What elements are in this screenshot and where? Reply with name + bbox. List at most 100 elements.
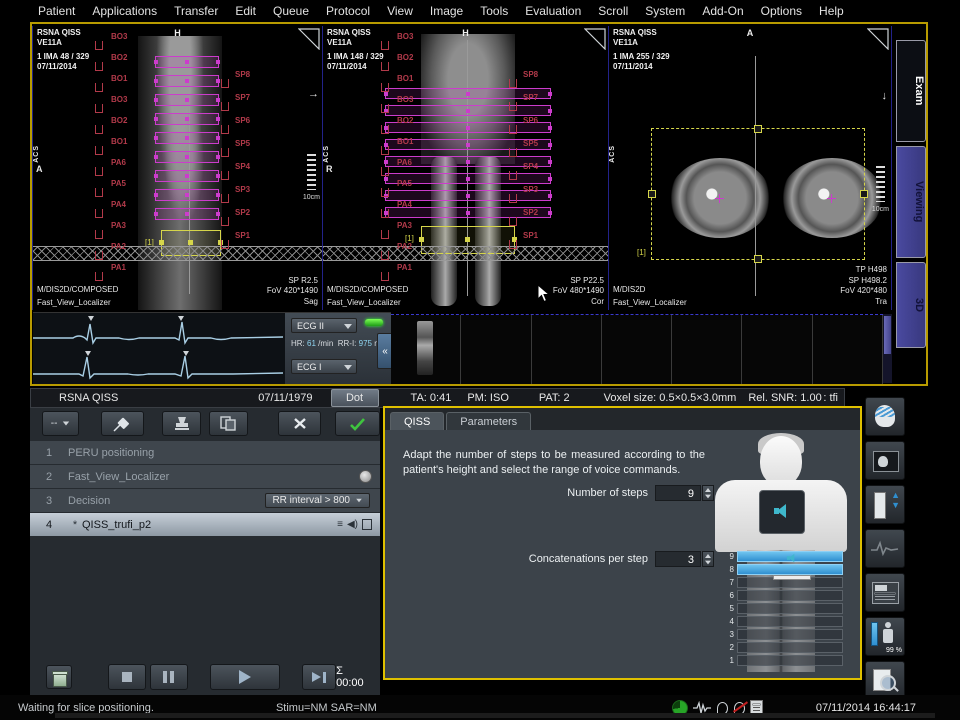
slice-position-label: PA1	[397, 263, 412, 272]
menu-item-applications[interactable]: Applications	[92, 4, 157, 18]
menu-item-options[interactable]: Options	[761, 4, 802, 18]
menu-item-add-on[interactable]: Add-On	[702, 4, 743, 18]
slice-group[interactable]	[155, 132, 219, 144]
pause-button[interactable]	[150, 664, 188, 690]
viewport-axial[interactable]: [1] RSNA QISSVE11A 1 IMA 255 / 32907/11/…	[609, 26, 892, 310]
geometry-labels: TP H498SP H498.2FoV 420*480Tra	[840, 265, 887, 307]
filmstrip-cell[interactable]	[742, 315, 812, 384]
queue-toolbar: --	[30, 408, 380, 439]
step-row-number: 1	[719, 656, 737, 665]
cancel-step-button[interactable]	[278, 411, 321, 436]
tab-qiss[interactable]: QISS	[390, 412, 444, 430]
mouse-cursor	[537, 284, 550, 303]
apply-step-button[interactable]	[335, 411, 380, 436]
table-position-button[interactable]: ▲▼	[865, 485, 905, 524]
step-row[interactable]: 3	[719, 628, 843, 641]
step-range-handle[interactable]	[773, 575, 811, 580]
queue-step-row[interactable]: 4*QISS_trufi_p2≡◀)	[30, 513, 380, 536]
filmstrip-cell[interactable]	[602, 315, 672, 384]
menu-item-patient[interactable]: Patient	[38, 4, 75, 18]
patient-dob: 07/11/1979	[258, 392, 312, 404]
menu-item-edit[interactable]: Edit	[235, 4, 256, 18]
copy-references-button[interactable]	[209, 411, 248, 436]
step-row[interactable]: 4	[719, 615, 843, 628]
step-row[interactable]: 6	[719, 589, 843, 602]
queue-step-row[interactable]: 3DecisionRR interval > 800	[30, 489, 380, 512]
filmstrip-scrollbar[interactable]	[883, 314, 892, 383]
slice-position-label: PA3	[111, 221, 126, 230]
menu-item-tools[interactable]: Tools	[480, 4, 508, 18]
menu-item-scroll[interactable]: Scroll	[598, 4, 628, 18]
dot-engine-button[interactable]: Dot	[331, 389, 379, 407]
table-arrows-icon: ▲▼	[891, 491, 900, 511]
patient-browser-button[interactable]	[865, 441, 905, 480]
sar-monitor-button[interactable]: 99 %	[865, 617, 905, 656]
tab-3d[interactable]: 3D	[896, 262, 926, 348]
slice-group[interactable]	[155, 56, 219, 68]
queue-step-row[interactable]: 2Fast_View_Localizer	[30, 465, 380, 488]
menu-item-queue[interactable]: Queue	[273, 4, 309, 18]
start-button[interactable]	[210, 664, 280, 690]
step-row[interactable]: 9	[719, 550, 843, 563]
filmstrip-cell[interactable]	[813, 315, 883, 384]
step-row[interactable]: 1	[719, 654, 843, 667]
stop-button[interactable]	[108, 664, 146, 690]
menu-item-protocol[interactable]: Protocol	[326, 4, 370, 18]
scroll-arrow-icon[interactable]: →	[308, 88, 319, 100]
filmstrip-cell[interactable]	[461, 315, 531, 384]
slice-position-mark	[221, 125, 229, 134]
concatenations-field[interactable]: 3	[655, 551, 701, 567]
slice-group[interactable]	[155, 113, 219, 125]
step-row[interactable]: 2	[719, 641, 843, 654]
discard-button[interactable]	[46, 665, 72, 689]
step-label: Decision	[68, 495, 265, 507]
ecg-lead-select-top[interactable]: ECG II	[291, 318, 357, 333]
tab-viewing[interactable]: Viewing	[896, 146, 926, 258]
slice-position-mark	[381, 272, 389, 281]
filmstrip-cell[interactable]	[672, 315, 742, 384]
viewport-sagittal[interactable]: [1] RSNA QISSVE11A 1 IMA 48 / 32907/11/2…	[32, 26, 323, 310]
stamp-segments-button[interactable]	[162, 411, 201, 436]
menu-item-system[interactable]: System	[645, 4, 685, 18]
ecg-lead-select-bottom[interactable]: ECG I	[291, 359, 357, 374]
tab-parameters[interactable]: Parameters	[446, 412, 531, 430]
slice-group[interactable]	[155, 151, 219, 163]
rr-interval-dropdown[interactable]: RR interval > 800	[265, 493, 370, 508]
viewport-coronal[interactable]: [1] RSNA QISSVE11A 1 IMA 148 / 32907/11/…	[323, 26, 609, 310]
protocol-label: Fast_View_Localizer	[327, 298, 401, 307]
contrast-injection-button[interactable]	[101, 411, 144, 436]
filmstrip-cell[interactable]	[532, 315, 602, 384]
slice-position-label: SP8	[235, 70, 250, 79]
slice-position-label: BO3	[111, 32, 127, 41]
slice-group[interactable]	[385, 105, 551, 116]
steps-field[interactable]: 9	[655, 485, 701, 501]
exam-layout-button[interactable]	[865, 573, 905, 612]
geometry-line: SP H498.2	[840, 276, 887, 286]
queue-step-row[interactable]: 1PERU positioning	[30, 441, 380, 464]
menu-item-transfer[interactable]: Transfer	[174, 4, 218, 18]
menu-item-image[interactable]: Image	[430, 4, 463, 18]
physio-display-button[interactable]	[865, 529, 905, 568]
acs-label: ACS	[323, 145, 330, 163]
menu-item-evaluation[interactable]: Evaluation	[525, 4, 581, 18]
menu-item-view[interactable]: View	[387, 4, 413, 18]
slice-group[interactable]	[155, 208, 219, 220]
slice-position-label: PA1	[111, 263, 126, 272]
filmstrip-cell[interactable]	[391, 315, 461, 384]
slice-position-mark	[221, 171, 229, 180]
step-row[interactable]: 5	[719, 602, 843, 615]
slice-group[interactable]	[155, 75, 219, 87]
scroll-arrow-icon[interactable]: ↓	[882, 90, 888, 102]
series-label: M/DIS2D/COMPOSED	[327, 285, 408, 294]
tab-exam[interactable]: Exam	[896, 40, 926, 142]
patient-registration-button[interactable]	[865, 397, 905, 436]
copy-icon	[220, 416, 237, 431]
skip-button[interactable]	[302, 664, 336, 690]
menu-item-help[interactable]: Help	[819, 4, 844, 18]
slice-group[interactable]	[155, 94, 219, 106]
queue-options-button[interactable]: --	[42, 411, 79, 436]
slice-group[interactable]	[155, 189, 219, 201]
slice-group[interactable]	[155, 170, 219, 182]
slice-position-mark	[95, 125, 103, 134]
steps-label: Number of steps	[463, 487, 648, 499]
